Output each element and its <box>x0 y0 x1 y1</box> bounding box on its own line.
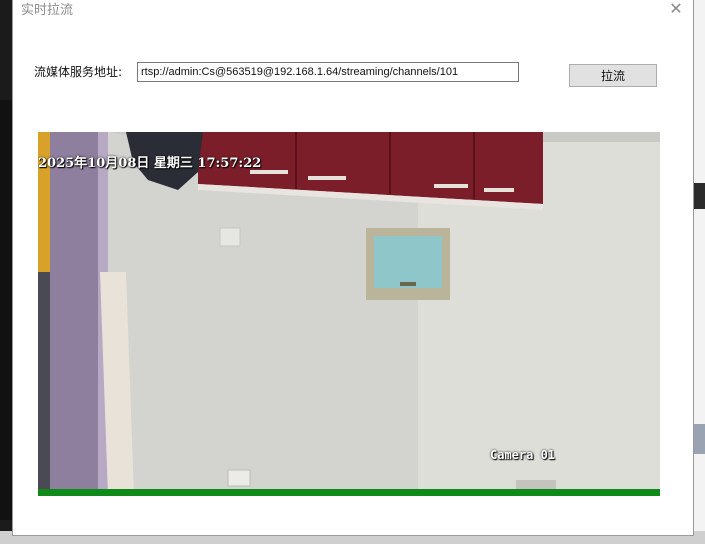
video-display: 2025年10月08日 星期三 17:57:22 Camera 01 <box>38 132 660 496</box>
video-timestamp: 2025年10月08日 星期三 17:57:22 <box>38 156 262 171</box>
close-icon[interactable]: ✕ <box>665 0 687 20</box>
video-status-bar <box>38 489 660 496</box>
stream-url-input[interactable] <box>137 62 519 82</box>
camera-name-label: Camera 01 <box>490 448 556 462</box>
window-title: 实时拉流 <box>21 3 74 18</box>
camera-frame <box>38 132 660 496</box>
stream-url-label: 流媒体服务地址: <box>34 65 123 79</box>
pull-stream-button[interactable]: 拉流 <box>569 64 657 87</box>
stream-dialog: 实时拉流 ✕ 流媒体服务地址: 拉流 <box>12 0 694 536</box>
title-bar[interactable]: 实时拉流 ✕ <box>13 0 693 23</box>
